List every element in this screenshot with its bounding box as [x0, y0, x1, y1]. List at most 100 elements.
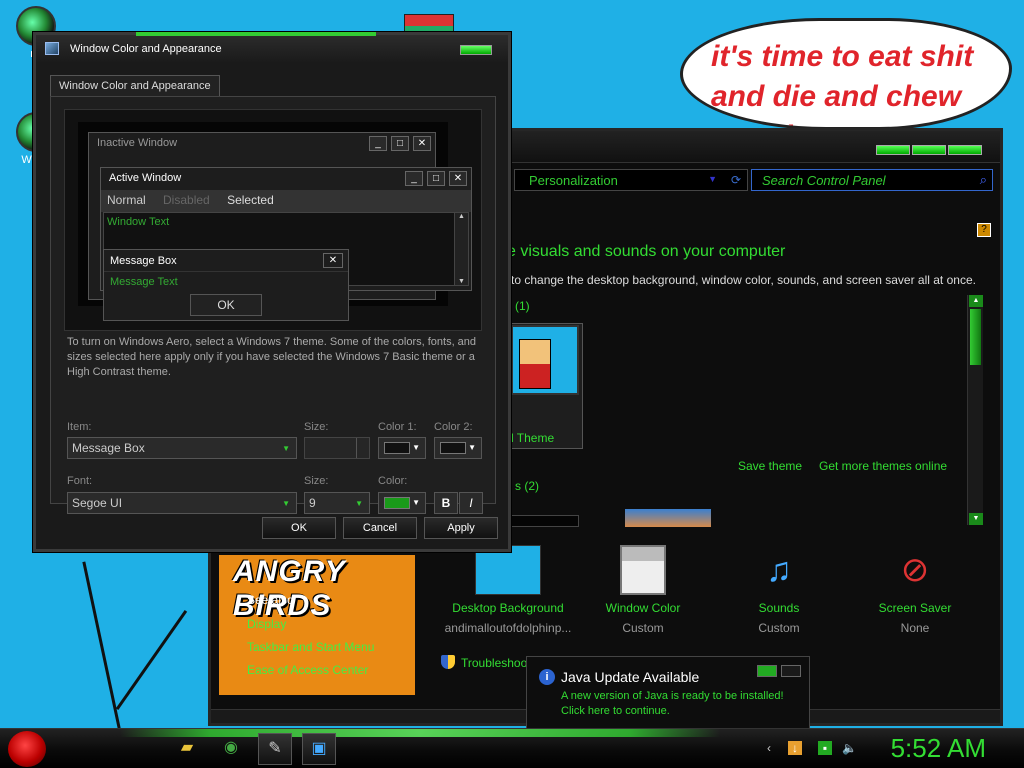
speech-bubble-text: it's time to eat shit and die and chew b… — [711, 40, 974, 127]
size-label: Size: — [304, 421, 329, 433]
active-titlebar: Active Window _ □ ✕ — [101, 168, 471, 190]
info-icon: i — [539, 669, 555, 685]
item-value: andimalloutofdolphinp... — [444, 621, 572, 635]
font-size-select[interactable]: 9 ▼ — [304, 492, 370, 514]
msgbox-title: Message Box — [110, 255, 177, 267]
help-icon[interactable]: ? — [977, 223, 991, 237]
spin-buttons[interactable] — [356, 438, 369, 458]
window-color-dialog[interactable]: Window Color and Appearance Window Color… — [33, 32, 511, 552]
notification-close-button[interactable] — [781, 665, 801, 677]
scroll-down-button[interactable]: ▼ — [969, 513, 983, 525]
volume-icon[interactable]: 🔈 — [842, 741, 857, 755]
sidebar-link-display[interactable]: Display — [247, 617, 286, 631]
chevron-down-icon[interactable]: ▼ — [708, 174, 717, 184]
shield-icon — [441, 655, 455, 669]
close-icon: ✕ — [323, 253, 343, 268]
italic-button[interactable]: I — [459, 492, 483, 514]
active-window-controls: _ □ ✕ — [405, 171, 467, 186]
chevron-down-icon: ▼ — [468, 443, 476, 452]
color1-label: Color 1: — [378, 421, 417, 433]
cartoon-figure-icon — [519, 339, 551, 389]
theme-thumbnail[interactable] — [511, 325, 579, 395]
show-hidden-icons[interactable]: ‹ — [762, 741, 776, 755]
chevron-down-icon: ▼ — [282, 499, 290, 508]
inactive-window-controls: _ □ ✕ — [369, 136, 431, 151]
message-box-preview[interactable]: Message Box ✕ Message Text OK — [103, 249, 349, 321]
tab-window-color[interactable]: Window Color and Appearance — [50, 75, 220, 97]
clock[interactable]: 5:52 AM — [891, 733, 986, 764]
color2-picker[interactable]: ▼ — [434, 437, 482, 459]
themes-scrollbar[interactable]: ▲ ▼ — [967, 295, 983, 525]
ok-button[interactable]: OK — [262, 517, 336, 539]
cancel-button[interactable]: Cancel — [343, 517, 417, 539]
apply-button[interactable]: Apply — [424, 517, 498, 539]
action-center-icon[interactable]: ▪ — [818, 741, 832, 755]
item-value: Message Box — [72, 441, 145, 455]
troubleshoot-link[interactable]: Troubleshoo — [461, 656, 527, 670]
sidebar-link-ease-of-access[interactable]: Ease of Access Center — [247, 663, 368, 677]
font-color-label: Color: — [378, 475, 408, 487]
sounds-item[interactable]: ♫ Sounds Custom — [709, 545, 849, 635]
tab-panel: Inactive Window _ □ ✕ Active Window _ □ ✕ — [50, 96, 496, 514]
maximize-icon: □ — [427, 171, 445, 186]
color1-picker[interactable]: ▼ — [378, 437, 426, 459]
item-select[interactable]: Message Box ▼ — [67, 437, 297, 459]
maximize-button[interactable] — [912, 145, 946, 155]
notification-body[interactable]: A new version of Java is ready to be ins… — [561, 689, 805, 719]
desktop-background-item[interactable]: Desktop Background andimalloutofdolphinp… — [438, 545, 578, 635]
screen-saver-item[interactable]: ⊘ Screen Saver None — [845, 545, 985, 635]
chrome-icon[interactable]: ◉ — [214, 733, 248, 765]
dialog-titlebar[interactable]: Window Color and Appearance — [36, 32, 508, 63]
java-update-notification[interactable]: i Java Update Available A new version of… — [526, 656, 810, 730]
control-panel-icon[interactable]: ▣ — [302, 733, 336, 765]
bold-button[interactable]: B — [434, 492, 458, 514]
save-theme-link[interactable]: Save theme — [738, 459, 802, 473]
theme-name[interactable]: d Theme — [507, 431, 554, 445]
item-title: Desktop Background — [452, 601, 564, 615]
minimize-icon: _ — [369, 136, 387, 151]
preview-menu: Normal Disabled Selected — [101, 190, 471, 212]
size-stepper[interactable] — [304, 437, 370, 459]
maximize-icon: □ — [391, 136, 409, 151]
inactive-title: Inactive Window — [97, 137, 178, 149]
theme-tile-partial[interactable] — [511, 515, 579, 527]
start-button[interactable] — [8, 731, 46, 767]
sidebar-link-taskbar[interactable]: Taskbar and Start Menu — [247, 640, 374, 654]
notification-option-button[interactable] — [757, 665, 777, 677]
scroll-up-button[interactable]: ▲ — [969, 295, 983, 307]
chevron-down-icon: ▼ — [412, 498, 420, 507]
window-color-item[interactable]: Window Color Custom — [573, 545, 713, 635]
font-size-label: Size: — [304, 475, 329, 487]
notification-controls[interactable] — [757, 665, 801, 677]
refresh-icon[interactable]: ⟳ — [731, 173, 741, 187]
search-placeholder: Search Control Panel — [762, 173, 886, 188]
close-button[interactable] — [948, 145, 982, 155]
font-select[interactable]: Segoe UI ▼ — [67, 492, 297, 514]
close-button[interactable] — [460, 45, 492, 55]
color2-swatch — [440, 442, 466, 454]
font-color-picker[interactable]: ▼ — [378, 492, 426, 514]
preview-ok-button: OK — [190, 294, 262, 316]
page-title: e visuals and sounds on your computer — [507, 243, 786, 260]
font-value: Segoe UI — [72, 496, 123, 510]
address-bar[interactable]: Personalization ▼ ⟳ — [514, 169, 748, 191]
java-tray-icon[interactable]: ↓ — [788, 741, 802, 755]
scroll-thumb[interactable] — [970, 309, 981, 365]
taskbar-glow — [120, 729, 720, 737]
screen-saver-icon: ⊘ — [900, 551, 930, 589]
item-label: Item: — [67, 421, 92, 433]
search-icon[interactable]: ⌕ — [980, 172, 987, 188]
dialog-title: Window Color and Appearance — [70, 43, 222, 55]
minimize-button[interactable] — [876, 145, 910, 155]
search-input[interactable]: Search Control Panel ⌕ — [751, 169, 993, 191]
paint-icon[interactable]: ✎ — [258, 733, 292, 765]
installed-themes-count: s (2) — [515, 479, 539, 493]
msgbox-text: Message Text — [110, 276, 178, 288]
item-value: Custom — [622, 621, 664, 635]
active-title: Active Window — [109, 172, 182, 184]
theme-thumbnail-landscape[interactable] — [625, 509, 711, 527]
get-more-themes-link[interactable]: Get more themes online — [819, 459, 947, 473]
window-controls[interactable] — [876, 145, 982, 155]
explorer-icon[interactable]: ▰ — [170, 733, 204, 765]
drawn-line — [82, 561, 121, 729]
